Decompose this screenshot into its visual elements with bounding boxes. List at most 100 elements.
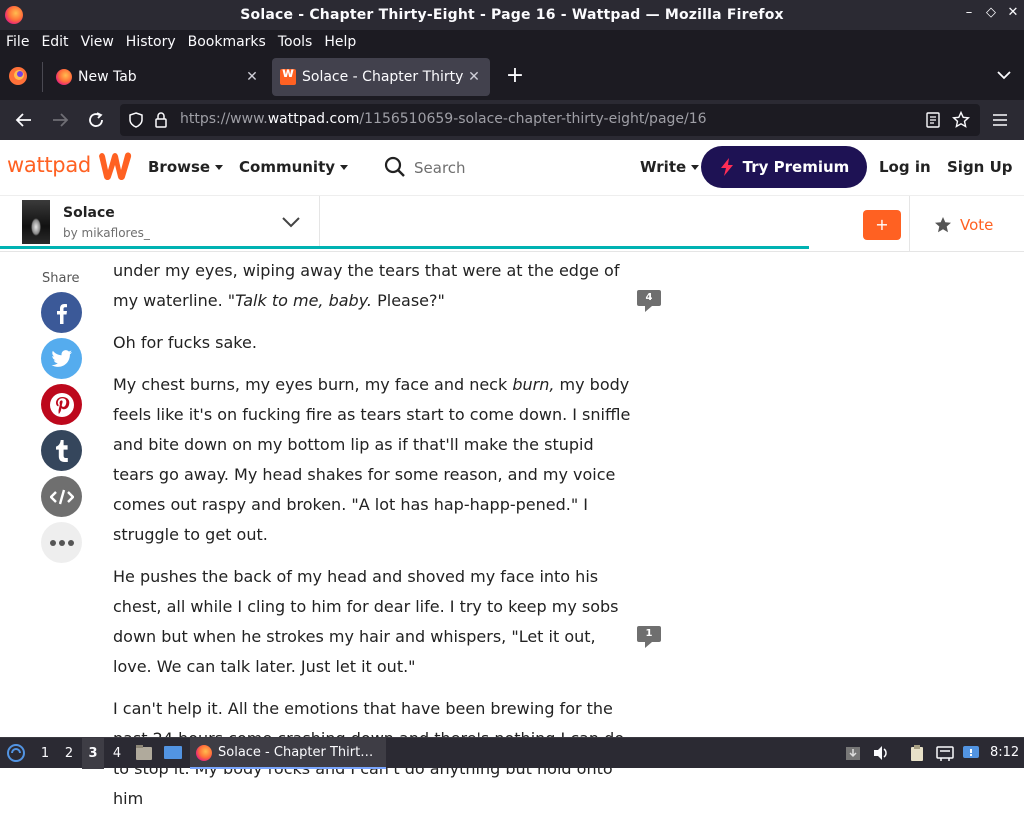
package-updates-icon[interactable]: [844, 744, 862, 762]
menu-tools[interactable]: Tools: [278, 34, 313, 50]
comment-bubble-tail: [645, 642, 652, 648]
tracking-protection-shield-icon[interactable]: [128, 112, 144, 128]
tab-close-button[interactable]: ✕: [464, 69, 484, 85]
story-paragraph: He pushes the back of my head and shoved…: [113, 567, 619, 676]
clipboard-icon[interactable]: [908, 744, 926, 762]
reload-icon: [89, 112, 103, 127]
search-icon[interactable]: [384, 156, 406, 178]
tab-solace[interactable]: Solace - Chapter Thirty-Eight - Page 16 …: [272, 58, 490, 96]
notification-icon[interactable]: [962, 744, 980, 762]
tumblr-icon: [55, 439, 68, 462]
reload-button[interactable]: [84, 108, 108, 132]
menu-bookmarks[interactable]: Bookmarks: [188, 34, 266, 50]
wattpad-header: wattpad Browse Community Write Try Premi…: [0, 140, 1024, 196]
forward-button[interactable]: [48, 108, 72, 132]
file-manager-icon[interactable]: [135, 744, 153, 762]
facebook-icon: [56, 303, 67, 324]
wattpad-favicon-icon: [280, 66, 296, 85]
share-facebook-button[interactable]: [41, 292, 82, 333]
menu-view[interactable]: View: [81, 34, 114, 50]
taskbar-window-firefox[interactable]: Solace - Chapter Thirt…: [190, 738, 386, 769]
caret-down-icon: [340, 165, 349, 170]
firefox-favicon-icon: [56, 69, 72, 85]
try-premium-button[interactable]: Try Premium: [701, 146, 867, 188]
menu-file[interactable]: File: [6, 34, 29, 50]
hamburger-menu-icon[interactable]: [992, 112, 1008, 128]
address-bar[interactable]: https://www.wattpad.com/1156510659-solac…: [120, 104, 980, 136]
reader-view-icon[interactable]: [926, 112, 940, 128]
navigation-toolbar: https://www.wattpad.com/1156510659-solac…: [0, 100, 1024, 140]
menu-history[interactable]: History: [126, 34, 176, 50]
show-desktop-icon[interactable]: [163, 744, 183, 762]
story-author[interactable]: by mikaflores_: [63, 226, 150, 240]
community-dropdown[interactable]: Community: [239, 158, 349, 176]
close-window-button[interactable]: ✕: [1004, 5, 1022, 20]
maximize-button[interactable]: ◇: [982, 5, 1000, 20]
workspace-1[interactable]: 1: [34, 738, 56, 769]
browse-dropdown[interactable]: Browse: [148, 158, 224, 176]
tab-close-button[interactable]: ✕: [242, 69, 262, 85]
share-tumblr-button[interactable]: [41, 430, 82, 471]
inline-comment-badge[interactable]: 4: [637, 290, 661, 312]
caret-down-icon: [691, 165, 700, 170]
caret-down-icon: [215, 165, 224, 170]
share-twitter-button[interactable]: [41, 338, 82, 379]
bookmark-star-icon[interactable]: [952, 111, 970, 129]
lightning-bolt-icon: [720, 158, 733, 176]
story-title[interactable]: Solace: [63, 205, 115, 221]
wattpad-logo[interactable]: wattpad: [7, 153, 91, 177]
minimize-button[interactable]: –: [960, 5, 978, 20]
volume-icon[interactable]: [872, 744, 890, 762]
share-more-button[interactable]: [41, 522, 82, 563]
workspace-4[interactable]: 4: [106, 738, 128, 769]
tab-strip: New Tab ✕ Solace - Chapter Thirty-Eight …: [0, 54, 1024, 100]
forward-arrow-icon: [53, 113, 69, 127]
window-title: Solace - Chapter Thirty-Eight - Page 16 …: [240, 7, 784, 23]
embed-code-icon: [49, 489, 74, 504]
comment-count: 4: [637, 290, 661, 306]
tab-new-tab[interactable]: New Tab ✕: [48, 58, 268, 96]
workspace-2[interactable]: 2: [58, 738, 80, 769]
comment-bubble-tail: [645, 306, 652, 312]
firefox-view-icon[interactable]: [8, 66, 28, 86]
url-text[interactable]: https://www.wattpad.com/1156510659-solac…: [180, 111, 707, 127]
tab-separator: [42, 62, 43, 92]
new-tab-button[interactable]: +: [504, 63, 526, 89]
story-paragraph: My chest burns, my eyes burn, my face an…: [113, 375, 631, 544]
tab-label: Solace - Chapter Thirty-Eight - Page 16 …: [302, 69, 464, 85]
padlock-icon[interactable]: [154, 111, 168, 129]
start-menu-icon[interactable]: [6, 743, 26, 763]
chevron-down-icon[interactable]: [280, 214, 302, 230]
write-dropdown[interactable]: Write: [640, 158, 700, 176]
login-link[interactable]: Log in: [879, 158, 931, 176]
menu-bar: File Edit View History Bookmarks Tools H…: [0, 30, 1024, 54]
signup-link[interactable]: Sign Up: [947, 158, 1013, 176]
reading-progress-bar: [0, 246, 809, 249]
story-info-bar: Solace by mikaflores_ + Vote: [0, 196, 1024, 252]
share-pinterest-button[interactable]: [41, 384, 82, 425]
share-label: Share: [42, 271, 80, 286]
list-all-tabs-icon[interactable]: [994, 65, 1014, 85]
network-icon[interactable]: [936, 744, 954, 762]
workspace-3[interactable]: 3: [82, 738, 104, 769]
story-paragraph: under my eyes, wiping away the tears tha…: [113, 261, 620, 310]
add-to-library-button[interactable]: +: [863, 210, 901, 240]
system-taskbar: 1 2 3 4 Solace - Chapter Thirt… 8:12: [0, 737, 1024, 769]
story-cover-image[interactable]: [22, 200, 50, 244]
clock[interactable]: 8:12: [990, 745, 1019, 760]
menu-help[interactable]: Help: [324, 34, 356, 50]
wattpad-w-logo-icon[interactable]: [96, 150, 134, 182]
star-icon: [935, 217, 951, 233]
back-button[interactable]: [12, 108, 36, 132]
share-embed-button[interactable]: [41, 476, 82, 517]
menu-edit[interactable]: Edit: [41, 34, 68, 50]
firefox-icon: [196, 744, 212, 761]
twitter-icon: [50, 349, 72, 367]
divider: [909, 196, 910, 252]
back-arrow-icon: [15, 113, 31, 127]
inline-comment-badge[interactable]: 1: [637, 626, 661, 648]
vote-button[interactable]: Vote: [934, 216, 993, 234]
search-input[interactable]: [414, 154, 614, 182]
window-titlebar: Solace - Chapter Thirty-Eight - Page 16 …: [0, 0, 1024, 30]
comment-count: 1: [637, 626, 661, 642]
